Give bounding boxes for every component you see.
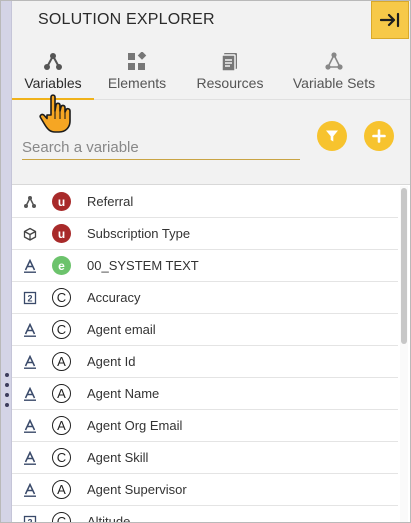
scrollbar-thumb[interactable] bbox=[401, 188, 407, 344]
explorer-tabs: Variables Elements Resources Variable Se… bbox=[12, 41, 410, 100]
scope-badge-c: C bbox=[52, 448, 71, 467]
tab-resources[interactable]: Resources bbox=[188, 41, 272, 100]
resources-document-icon bbox=[221, 53, 237, 72]
add-variable-button[interactable] bbox=[364, 121, 394, 151]
plus-icon bbox=[372, 129, 386, 143]
variable-row[interactable]: 2 C Altitude bbox=[12, 506, 398, 522]
referral-node-icon bbox=[23, 195, 37, 209]
variable-name: 00_SYSTEM TEXT bbox=[87, 258, 199, 273]
text-type-icon bbox=[23, 355, 37, 369]
solution-explorer-panel: SOLUTION EXPLORER Variables Elements Res… bbox=[0, 0, 411, 523]
text-type-icon bbox=[23, 419, 37, 433]
variable-list: u Referral u Subscription Type e 00_SYSTEM TE… bbox=[12, 186, 398, 522]
cube-icon bbox=[23, 227, 37, 241]
filter-icon bbox=[326, 130, 338, 142]
tab-label: Variable Sets bbox=[292, 75, 376, 91]
scope-badge-e: e bbox=[52, 256, 71, 275]
variable-name: Accuracy bbox=[87, 290, 141, 305]
arrow-right-to-bar-icon bbox=[380, 12, 400, 28]
variable-name: Agent Id bbox=[87, 354, 136, 369]
scope-badge-c: C bbox=[52, 288, 71, 307]
variable-name: Agent Name bbox=[87, 386, 160, 401]
scope-badge-a: A bbox=[52, 416, 71, 435]
scope-badge-c: C bbox=[52, 320, 71, 339]
variable-row[interactable]: A Agent Id bbox=[12, 346, 398, 378]
variable-row[interactable]: C Agent email bbox=[12, 314, 398, 346]
panel-header: SOLUTION EXPLORER bbox=[12, 1, 410, 41]
variable-sets-icon bbox=[325, 52, 343, 70]
variable-row[interactable]: u Referral bbox=[12, 186, 398, 218]
elements-grid-icon bbox=[128, 52, 147, 70]
tab-label: Elements bbox=[107, 75, 167, 91]
filter-button[interactable] bbox=[317, 121, 347, 151]
variable-row[interactable]: A Agent Supervisor bbox=[12, 474, 398, 506]
collapse-panel-button[interactable] bbox=[371, 1, 409, 39]
variable-name: Agent email bbox=[87, 322, 156, 337]
text-type-icon bbox=[23, 483, 37, 497]
scope-badge-a: A bbox=[52, 480, 71, 499]
variable-name: Agent Skill bbox=[87, 450, 149, 465]
variable-row[interactable]: C Agent Skill bbox=[12, 442, 398, 474]
scope-badge-u: u bbox=[52, 192, 71, 211]
variable-row[interactable]: A Agent Org Email bbox=[12, 410, 398, 442]
number-type-icon: 2 bbox=[23, 291, 37, 305]
variables-node-icon bbox=[44, 53, 62, 70]
text-type-icon bbox=[23, 387, 37, 401]
scope-badge-u: u bbox=[52, 224, 71, 243]
variable-name: Subscription Type bbox=[87, 226, 191, 241]
scope-badge-a: A bbox=[52, 384, 71, 403]
variable-row[interactable]: e 00_SYSTEM TEXT bbox=[12, 250, 398, 282]
variable-name: Agent Org Email bbox=[87, 418, 183, 433]
tab-variable-sets[interactable]: Variable Sets bbox=[282, 41, 386, 100]
tab-label: Resources bbox=[196, 75, 264, 91]
search-input[interactable] bbox=[22, 136, 300, 160]
text-type-icon bbox=[23, 259, 37, 273]
variable-name: Agent Supervisor bbox=[87, 482, 187, 497]
panel-title: SOLUTION EXPLORER bbox=[38, 11, 215, 28]
tab-label: Variables bbox=[24, 75, 82, 91]
hand-pointer-icon bbox=[39, 94, 71, 133]
number-type-icon: 2 bbox=[23, 515, 37, 522]
text-type-icon bbox=[23, 323, 37, 337]
variable-name: Altitude bbox=[87, 514, 131, 522]
drag-handle-icon[interactable] bbox=[5, 373, 9, 407]
variable-name: Referral bbox=[87, 194, 134, 209]
svg-text:2: 2 bbox=[27, 518, 32, 523]
text-type-icon bbox=[23, 451, 37, 465]
variable-row[interactable]: u Subscription Type bbox=[12, 218, 398, 250]
svg-text:2: 2 bbox=[27, 294, 32, 304]
scope-badge-c: C bbox=[52, 512, 71, 522]
tab-variables[interactable]: Variables bbox=[12, 41, 94, 100]
variable-row[interactable]: A Agent Name bbox=[12, 378, 398, 410]
resize-strip[interactable] bbox=[1, 1, 12, 522]
variable-row[interactable]: 2 C Accuracy bbox=[12, 282, 398, 314]
tab-elements[interactable]: Elements bbox=[98, 41, 176, 100]
scope-badge-a: A bbox=[52, 352, 71, 371]
